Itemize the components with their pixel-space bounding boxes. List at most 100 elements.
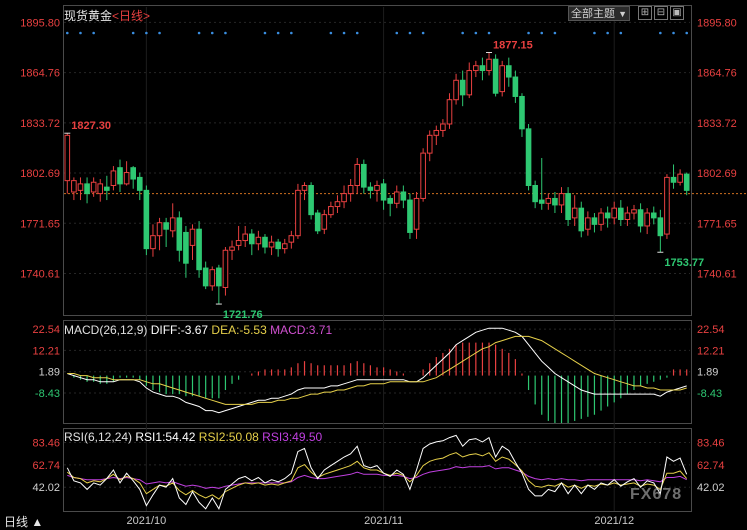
signal-dot (408, 31, 412, 35)
candle-body (328, 206, 334, 216)
candle-body (552, 197, 558, 206)
candle-body (163, 222, 169, 230)
candle-body (585, 217, 591, 230)
candle-body (143, 189, 150, 250)
candle-body (420, 152, 426, 199)
candle-body (492, 58, 499, 94)
candle-body (446, 99, 453, 125)
square-grid-icon[interactable]: ⊞ (638, 6, 652, 20)
candle-body (64, 134, 71, 182)
candle-body (393, 191, 400, 204)
candle-body (183, 231, 189, 264)
candle-body (598, 212, 604, 225)
signal-dot (210, 31, 214, 35)
candle-body (611, 207, 618, 219)
signal-dot (290, 31, 293, 35)
candle-body (123, 172, 130, 185)
candle-body (202, 267, 209, 287)
candle-body (229, 246, 235, 251)
signal-dot (672, 31, 675, 35)
macd-tick-right: 22.54 (697, 324, 725, 336)
candle-body (637, 209, 644, 227)
signal-dot (593, 31, 596, 35)
price-tick-left: 1740.61 (20, 269, 60, 281)
candle-body (505, 65, 512, 78)
price-tick-right: 1833.72 (697, 118, 737, 130)
macd-tick-right: -8.43 (697, 388, 722, 400)
macd-diff-value: DIFF:-3.67 (150, 323, 209, 337)
candle-body (571, 207, 578, 219)
signal-dot (487, 31, 491, 35)
signal-dot (606, 31, 609, 35)
candle-body (618, 207, 624, 220)
chart-header: 现货黄金<日线> (64, 7, 150, 24)
candle-body (407, 199, 413, 233)
candle-body (433, 129, 440, 136)
candle-body (631, 209, 637, 214)
signal-dot (92, 31, 95, 35)
candle-body (644, 212, 650, 227)
signal-dot (395, 31, 399, 35)
chart-canvas[interactable]: 1827.301877.151721.761753.77 1895.80 1895… (0, 0, 747, 528)
candle-body (341, 193, 347, 203)
candle-body (604, 212, 611, 219)
candle-body (558, 193, 565, 206)
candle-body (97, 183, 104, 195)
signal-dot (131, 31, 135, 35)
candle-body (486, 58, 492, 72)
candle-body (196, 228, 202, 271)
candle-body (104, 186, 110, 191)
candle-body (77, 183, 84, 191)
macd-tick-right: 12.21 (697, 345, 725, 357)
candle-body (308, 184, 314, 216)
theme-label: 全部主题 (571, 8, 615, 20)
candle-body (268, 241, 275, 248)
rsi-tick-left: 42.02 (32, 482, 60, 494)
period-toggle[interactable]: 日线 ▲ (4, 513, 43, 530)
period-label[interactable]: <日线> (112, 9, 150, 23)
candle-body (354, 163, 361, 186)
candle-body (321, 214, 328, 230)
macd-macd-value: MACD:3.71 (270, 323, 333, 337)
split-icon[interactable]: ⊟ (654, 6, 668, 20)
theme-dropdown[interactable]: 全部主题 ▼ (568, 6, 630, 21)
watermark-logo: FX678 (630, 486, 683, 503)
rsi-tick-right: 83.46 (697, 437, 725, 449)
candle-body (512, 76, 519, 97)
extreme-annotation: 1753.77 (664, 257, 704, 269)
candle-body (479, 65, 486, 72)
candle-body (334, 201, 341, 208)
candle-body (169, 217, 176, 232)
signal-dot (355, 31, 359, 35)
price-tick-left: 1833.72 (20, 118, 60, 130)
candle-body (110, 170, 117, 186)
signal-dot (461, 31, 464, 35)
price-tick-right: 1802.69 (697, 168, 737, 180)
rsi-tick-right: 62.74 (697, 460, 725, 472)
extreme-annotation: 1827.30 (71, 120, 111, 132)
price-tick-right: 1864.76 (697, 68, 737, 80)
candle-body (216, 267, 222, 287)
candle-body (440, 123, 446, 131)
rsi2-line (66, 452, 688, 500)
macd-dea-value: DEA:-5.53 (211, 323, 267, 337)
candle-body (209, 269, 216, 287)
rsi-name: RSI(6,12,24) (64, 430, 133, 444)
candle-body (670, 176, 677, 183)
candle-body (347, 184, 354, 195)
candle-body (295, 189, 301, 237)
candle-body (222, 249, 229, 288)
rsi1-line (66, 434, 688, 510)
candle-body (314, 212, 321, 232)
macd-legend: MACD(26,12,9) DIFF:-3.67 DEA:-5.53 MACD:… (64, 323, 332, 337)
candle-body (657, 217, 664, 237)
extreme-annotation: 1721.76 (223, 309, 263, 321)
candle-body (525, 128, 532, 186)
price-tick-left: 1895.80 (20, 17, 60, 29)
restore-icon[interactable]: ▣ (670, 6, 684, 20)
candle-body (288, 235, 295, 243)
macd-tick-left: 22.54 (32, 324, 60, 336)
signal-dot (619, 31, 623, 35)
candle-body (538, 199, 545, 204)
candle-body (578, 207, 585, 232)
